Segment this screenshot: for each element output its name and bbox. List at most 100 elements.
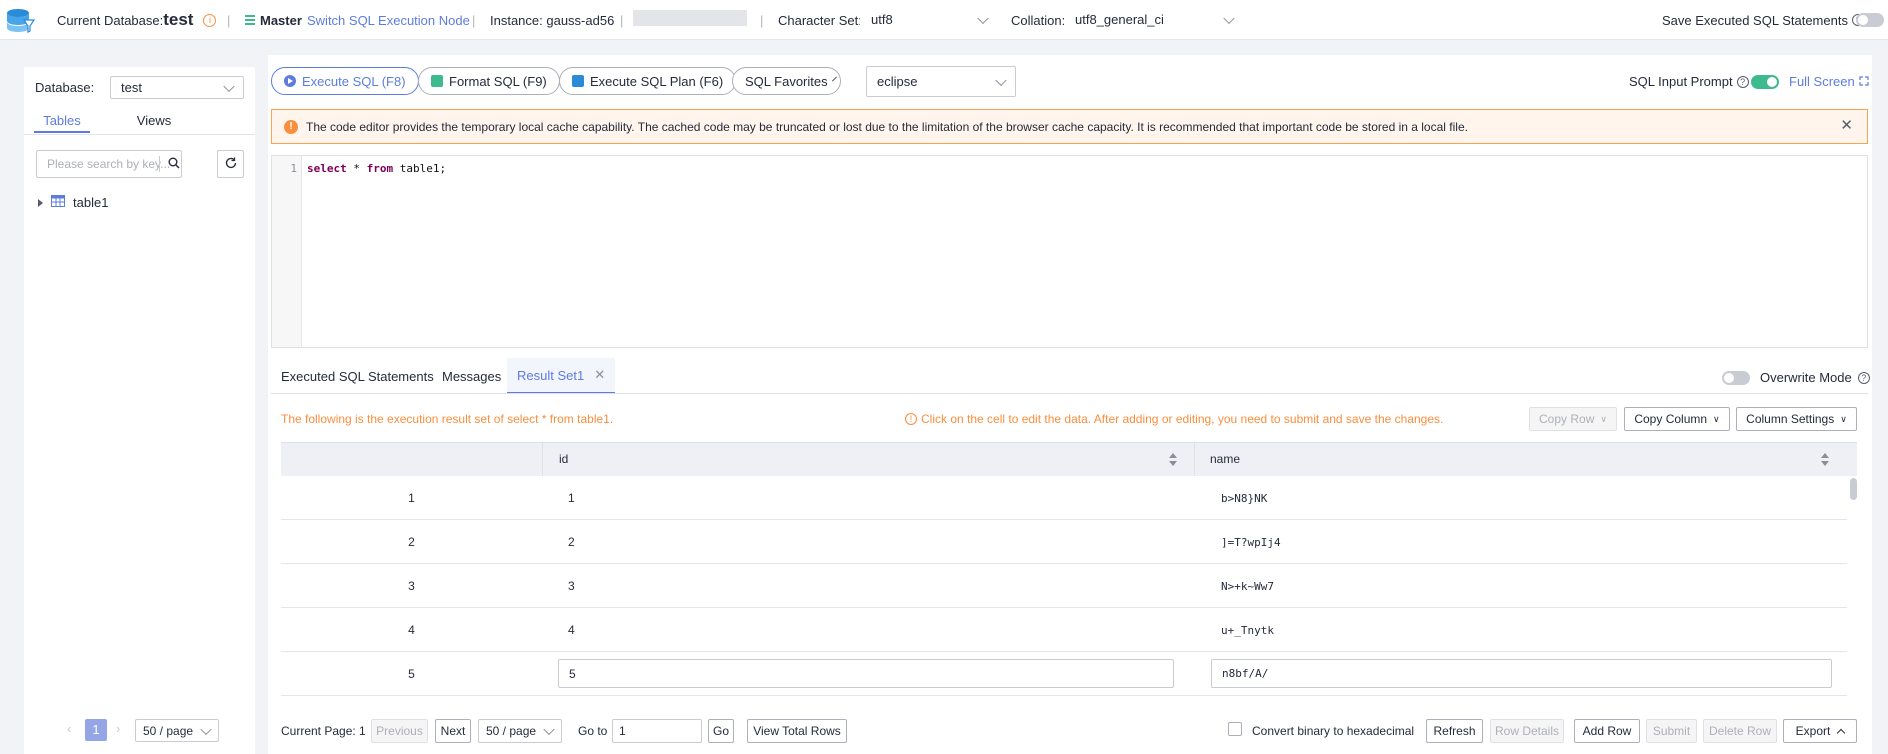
copy-column-button[interactable]: Copy Column ∨ (1624, 407, 1730, 431)
row-number: 5 (408, 667, 415, 681)
page-number[interactable]: 1 (85, 719, 107, 741)
cell-id[interactable]: 4 (568, 608, 575, 652)
submit-button[interactable]: Submit (1646, 719, 1697, 743)
cell-name[interactable]: N>+k~Ww7 (1221, 564, 1274, 608)
current-database-value: test (163, 10, 194, 29)
convert-binary-checkbox[interactable] (1228, 722, 1242, 736)
sort-icon[interactable] (1169, 453, 1177, 467)
table-row[interactable]: 2 2 ]=T?wpIj4 (281, 520, 1847, 564)
current-database: Current Database: test i (57, 0, 217, 40)
page-size-select[interactable]: 50 / page (478, 719, 562, 743)
cell-id[interactable]: 3 (568, 564, 575, 608)
cell-id[interactable]: 2 (568, 520, 575, 564)
execute-plan-button[interactable]: Execute SQL Plan (F6) (559, 67, 737, 95)
divider (271, 393, 1868, 394)
cell-id-input[interactable]: 5 (558, 659, 1174, 688)
column-header-name[interactable]: name (1210, 452, 1240, 466)
next-page-icon[interactable]: › (116, 721, 120, 736)
prev-page-icon[interactable]: ‹ (67, 721, 71, 736)
column-settings-button[interactable]: Column Settings ∨ (1736, 407, 1857, 431)
tab-tables[interactable]: Tables (34, 113, 90, 133)
format-sql-button[interactable]: Format SQL (F9) (418, 67, 560, 95)
full-screen-button[interactable]: Full Screen (1789, 74, 1869, 89)
table-row[interactable]: 3 3 N>+k~Ww7 (281, 564, 1847, 608)
code-line[interactable]: select * from table1; (307, 162, 446, 175)
refresh-icon (224, 156, 238, 173)
collation-value: utf8_general_ci (1075, 12, 1164, 27)
row-details-button[interactable]: Row Details (1490, 719, 1564, 743)
refresh-result-button[interactable]: Refresh (1426, 719, 1483, 743)
cell-name-input[interactable]: n8bf/A/ (1211, 659, 1832, 688)
help-icon[interactable]: ? (1857, 371, 1870, 384)
chevron-down-icon (831, 76, 837, 82)
row-number: 2 (408, 535, 415, 549)
master-label: Master (260, 12, 302, 28)
copy-row-button[interactable]: Copy Row ∨ (1529, 407, 1617, 431)
tab-views[interactable]: Views (131, 113, 177, 133)
save-statements: Save Executed SQL Statements ? (1662, 0, 1864, 40)
column-header-id[interactable]: id (559, 452, 568, 466)
sql-input-prompt-toggle[interactable] (1751, 75, 1779, 89)
table-row-editing[interactable]: 5 5 n8bf/A/ (281, 652, 1847, 696)
table-row[interactable]: 1 1 b>N8}NK (281, 476, 1847, 520)
sql-favorites-button[interactable]: SQL Favorites (732, 67, 841, 95)
refresh-button[interactable] (217, 150, 244, 178)
previous-button[interactable]: Previous (371, 719, 428, 743)
save-statements-toggle[interactable] (1856, 13, 1884, 27)
tree-item-table1[interactable]: table1 (38, 195, 108, 210)
chevron-down-icon (543, 723, 555, 736)
tab-executed-sql[interactable]: Executed SQL Statements (281, 358, 434, 394)
close-icon[interactable]: ✕ (1840, 118, 1853, 133)
view-total-rows-button[interactable]: View Total Rows (747, 719, 847, 743)
close-icon[interactable]: ✕ (594, 367, 605, 383)
cell-name[interactable]: u+_Tnytk (1221, 608, 1274, 652)
execute-sql-button[interactable]: Execute SQL (F8) (271, 67, 419, 95)
format-sql-label: Format SQL (F9) (449, 73, 547, 89)
redacted-block (633, 10, 747, 26)
overwrite-mode: Overwrite Mode ? (1760, 370, 1870, 385)
tab-result-set1[interactable]: Result Set1 ✕ (507, 358, 616, 394)
add-row-button[interactable]: Add Row (1574, 719, 1640, 743)
tree-item-label: table1 (73, 195, 109, 210)
sort-icon[interactable] (1821, 453, 1829, 467)
sql-editor[interactable]: 1 select * from table1; (271, 155, 1868, 348)
next-button[interactable]: Next (435, 719, 471, 743)
caret-right-icon[interactable] (38, 198, 43, 207)
column-settings-label: Column Settings (1746, 412, 1835, 426)
play-icon (284, 75, 296, 87)
search-icon[interactable] (168, 157, 180, 172)
database-label: Database: (35, 80, 95, 95)
delete-row-button[interactable]: Delete Row (1703, 719, 1777, 743)
charset-select[interactable]: utf8 (860, 5, 998, 34)
table-row[interactable]: 4 4 u+_Tnytk (281, 608, 1847, 652)
chevron-up-icon (1837, 728, 1846, 738)
copy-row-label: Copy Row (1539, 412, 1595, 426)
row-number: 4 (408, 623, 415, 637)
help-icon[interactable]: ? (1736, 75, 1749, 88)
overwrite-mode-toggle[interactable] (1722, 371, 1750, 385)
result-info-text: The following is the execution result se… (281, 412, 614, 426)
search-input[interactable]: Please search by key... (36, 150, 182, 178)
tab-messages[interactable]: Messages (442, 358, 501, 394)
cell-name[interactable]: ]=T?wpIj4 (1221, 520, 1281, 564)
database-select[interactable]: test (110, 76, 244, 99)
sidebar-page-size-select[interactable]: 50 / page (135, 719, 219, 742)
table-icon (51, 195, 65, 210)
vertical-scrollbar[interactable] (1850, 478, 1857, 500)
current-database-label: Current Database: (57, 12, 164, 28)
cell-name[interactable]: b>N8}NK (1221, 476, 1267, 520)
code-text: * (346, 162, 367, 175)
master-node: Master (245, 0, 302, 40)
export-button[interactable]: Export (1783, 719, 1857, 743)
goto-input[interactable]: 1 (612, 719, 702, 743)
full-screen-label: Full Screen (1789, 74, 1855, 89)
info-icon[interactable]: i (203, 13, 217, 27)
divider: | (472, 12, 476, 28)
cell-id[interactable]: 1 (568, 476, 575, 520)
divider: | (760, 12, 764, 28)
go-button[interactable]: Go (708, 719, 734, 743)
switch-node-link[interactable]: Switch SQL Execution Node (307, 0, 470, 40)
collation-select[interactable]: utf8_general_ci (1064, 5, 1244, 34)
editor-theme-select[interactable]: eclipse (866, 66, 1016, 97)
result-grid: id name 1 1 b>N8}NK 2 2 ]=T?wpIj4 3 3 N>… (281, 442, 1857, 701)
